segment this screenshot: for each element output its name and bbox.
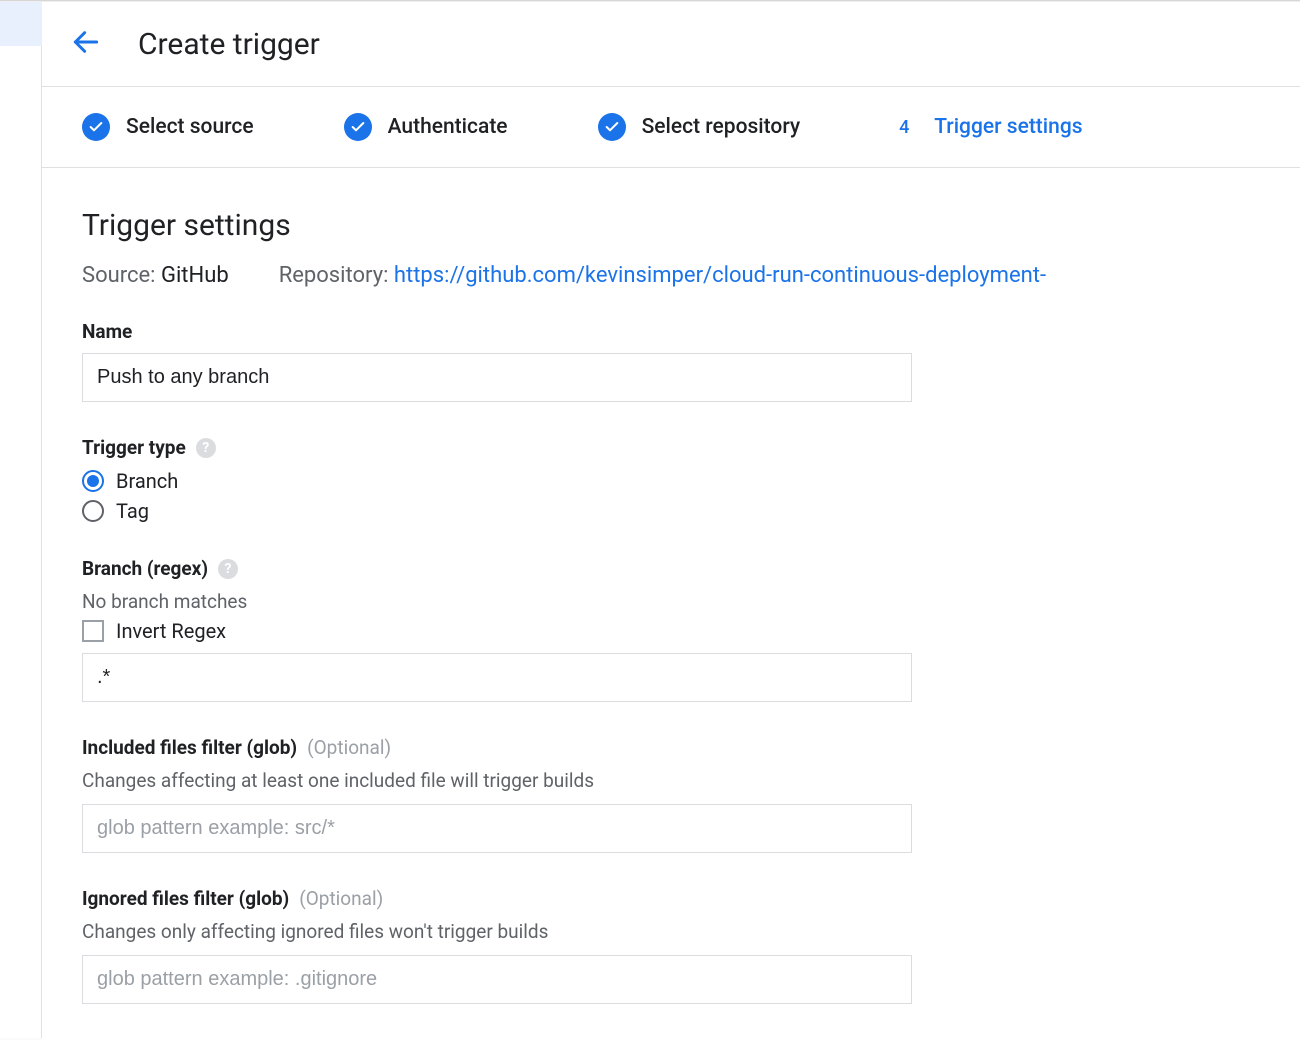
radio-tag[interactable]: Tag xyxy=(82,499,912,523)
step-number: 4 xyxy=(890,113,918,141)
radio-icon xyxy=(82,470,104,492)
radio-label: Branch xyxy=(116,469,178,493)
repo-label: Repository: xyxy=(279,263,389,288)
trigger-type-radio-group: Branch Tag xyxy=(82,469,912,523)
check-icon xyxy=(82,113,110,141)
optional-text: (Optional) xyxy=(307,736,391,759)
check-icon xyxy=(344,113,372,141)
trigger-type-label-text: Trigger type xyxy=(82,436,186,459)
source-meta: Source: GitHub xyxy=(82,263,229,288)
main-panel: Create trigger Select source Authenticat… xyxy=(42,2,1300,1040)
step-label: Select source xyxy=(126,115,254,139)
checkbox-icon xyxy=(82,620,104,642)
help-icon[interactable]: ? xyxy=(218,559,238,579)
ignored-files-label: Ignored files filter (glob) (Optional) xyxy=(82,887,912,910)
step-label: Authenticate xyxy=(388,115,508,139)
repo-link[interactable]: https://github.com/kevinsimper/cloud-run… xyxy=(394,263,1046,288)
trigger-type-label: Trigger type ? xyxy=(82,436,912,459)
branch-regex-label-text: Branch (regex) xyxy=(82,557,208,580)
included-files-input[interactable] xyxy=(82,804,912,853)
included-files-label-text: Included files filter (glob) xyxy=(82,736,297,759)
ignored-files-label-text: Ignored files filter (glob) xyxy=(82,887,289,910)
name-label: Name xyxy=(82,320,912,343)
repo-meta: Repository: https://github.com/kevinsimp… xyxy=(279,263,1046,288)
invert-regex-label: Invert Regex xyxy=(116,619,226,643)
back-arrow-icon[interactable] xyxy=(70,26,102,62)
content: Trigger settings Source: GitHub Reposito… xyxy=(42,168,1242,1004)
radio-branch[interactable]: Branch xyxy=(82,469,912,493)
check-icon xyxy=(598,113,626,141)
step-3[interactable]: Select repository xyxy=(598,113,801,141)
branch-regex-label: Branch (regex) ? xyxy=(82,557,912,580)
ignored-files-desc: Changes only affecting ignored files won… xyxy=(82,920,912,943)
branch-regex-input[interactable] xyxy=(82,653,912,702)
section-title: Trigger settings xyxy=(82,208,1202,243)
included-files-field: Included files filter (glob) (Optional) … xyxy=(82,736,912,853)
step-1[interactable]: Select source xyxy=(82,113,254,141)
help-icon[interactable]: ? xyxy=(196,438,216,458)
ignored-files-field: Ignored files filter (glob) (Optional) C… xyxy=(82,887,912,1004)
optional-text: (Optional) xyxy=(299,887,383,910)
radio-label: Tag xyxy=(116,499,149,523)
name-input[interactable] xyxy=(82,353,912,402)
step-4[interactable]: 4 Trigger settings xyxy=(890,113,1082,141)
source-label: Source: xyxy=(82,263,156,288)
branch-regex-subtext: No branch matches xyxy=(82,590,912,613)
included-files-label: Included files filter (glob) (Optional) xyxy=(82,736,912,759)
trigger-type-field: Trigger type ? Branch Tag xyxy=(82,436,912,523)
header: Create trigger xyxy=(42,2,1300,86)
name-field: Name xyxy=(82,320,912,402)
sidebar xyxy=(0,2,42,1038)
step-2[interactable]: Authenticate xyxy=(344,113,508,141)
stepper: Select source Authenticate Select reposi… xyxy=(42,87,1300,167)
included-files-desc: Changes affecting at least one included … xyxy=(82,769,912,792)
step-label: Trigger settings xyxy=(934,115,1082,139)
meta-row: Source: GitHub Repository: https://githu… xyxy=(82,263,1202,288)
branch-regex-field: Branch (regex) ? No branch matches Inver… xyxy=(82,557,912,702)
ignored-files-input[interactable] xyxy=(82,955,912,1004)
step-label: Select repository xyxy=(642,115,801,139)
invert-regex-checkbox[interactable]: Invert Regex xyxy=(82,619,912,643)
page-title: Create trigger xyxy=(138,27,320,62)
radio-icon xyxy=(82,500,104,522)
sidebar-item-active[interactable] xyxy=(0,2,42,46)
source-value: GitHub xyxy=(161,263,229,288)
